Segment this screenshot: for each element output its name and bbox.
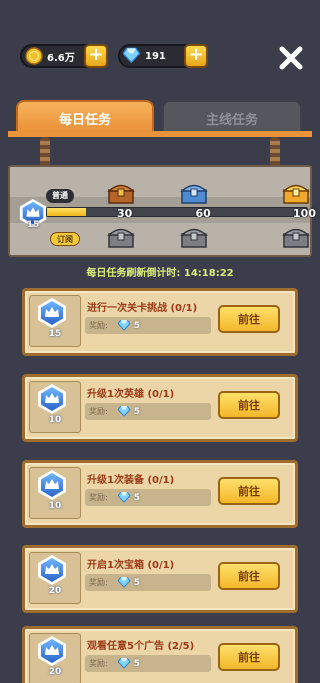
reward-label: 奖励: [89,578,108,587]
gem-amount: 191 [145,50,166,62]
go-button[interactable]: 前往 [218,562,280,590]
tab-daily-tasks[interactable]: 每日任务 [16,100,154,134]
gem-counter: 191 + [118,44,208,68]
task-card: 20 开启1次宝箱 (0/1) 奖励: 5 前往 [22,545,298,613]
task-points-badge-icon [38,470,66,500]
task-reward: 奖励: 5 [85,574,211,591]
countdown-time: 14:18:22 [183,268,234,279]
reward-label: 奖励: [89,659,108,668]
diamond-icon [117,406,131,417]
task-title: 观看任意5个广告 (2/5) [87,641,195,652]
silver-chest-icon[interactable] [180,181,208,205]
task-title: 升级1次装备 (0/1) [87,475,175,486]
task-card: 10 升级1次英雄 (0/1) 奖励: 5 前往 [22,374,298,442]
go-button[interactable]: 前往 [218,477,280,505]
bronze-chest-icon[interactable] [107,181,135,205]
task-card: 10 升级1次装备 (0/1) 奖励: 5 前往 [22,460,298,528]
reward-label: 奖励: [89,321,108,330]
task-points: 20 [48,586,62,596]
diamond-icon [117,658,131,669]
activity-progress-bar [46,207,308,217]
locked-chest-icon[interactable] [180,225,208,249]
reward-label: 奖励: [89,493,108,502]
task-title: 开启1次宝箱 (0/1) [87,560,175,571]
reward-amount: 5 [133,406,140,417]
task-points: 20 [48,667,62,677]
go-button[interactable]: 前往 [218,305,280,333]
task-reward: 奖励: 5 [85,317,211,334]
subscribe-button[interactable]: 订阅 [50,232,80,246]
reward-amount: 5 [133,577,140,588]
gold-coin-icon [25,47,43,65]
diamond-icon [117,320,131,331]
diamond-icon [117,577,131,588]
milestone-points: 100 [293,207,316,220]
task-card: 15 进行一次关卡挑战 (0/1) 奖励: 5 前往 [22,288,298,356]
add-gold-button[interactable]: + [84,44,108,68]
task-title: 升级1次英雄 (0/1) [87,389,175,400]
level-value: 15 [26,220,40,230]
tab-underline [8,131,312,137]
task-points-badge-icon [38,384,66,414]
add-gems-button[interactable]: + [184,44,208,68]
gold-chest-icon[interactable] [282,181,310,205]
hanging-rope [270,137,280,167]
task-reward: 奖励: 5 [85,655,211,672]
task-reward: 奖励: 5 [85,403,211,420]
task-reward: 奖励: 5 [85,489,211,506]
task-points: 10 [48,501,62,511]
task-points-badge-icon [38,636,66,666]
reward-amount: 5 [133,658,140,669]
task-points-badge-icon [38,555,66,585]
refresh-countdown: 每日任务刷新倒计时: 14:18:22 [0,264,320,279]
milestone-points: 30 [116,207,133,220]
gold-amount: 6.6万 [47,52,75,64]
free-track-label: 普通 [46,189,74,203]
gold-counter: 6.6万 + [20,44,108,68]
task-title: 进行一次关卡挑战 (0/1) [87,303,198,314]
tab-main-tasks[interactable]: 主线任务 [162,100,302,134]
close-icon[interactable] [277,44,305,72]
milestone-points: 60 [195,207,211,220]
go-button[interactable]: 前往 [218,643,280,671]
task-points-badge-icon [38,298,66,328]
diamond-icon [117,492,131,503]
reward-amount: 5 [133,492,140,503]
go-button[interactable]: 前往 [218,391,280,419]
countdown-label: 每日任务刷新倒计时: [86,268,181,279]
task-card: 20 观看任意5个广告 (2/5) 奖励: 5 前往 [22,626,298,683]
activity-progress-fill [47,208,86,216]
reward-label: 奖励: [89,407,108,416]
locked-chest-icon[interactable] [282,225,310,249]
reward-amount: 5 [133,320,140,331]
hanging-rope [40,137,50,167]
task-points: 10 [48,415,62,425]
task-points: 15 [48,329,62,339]
diamond-icon [123,47,141,64]
locked-chest-icon[interactable] [107,225,135,249]
